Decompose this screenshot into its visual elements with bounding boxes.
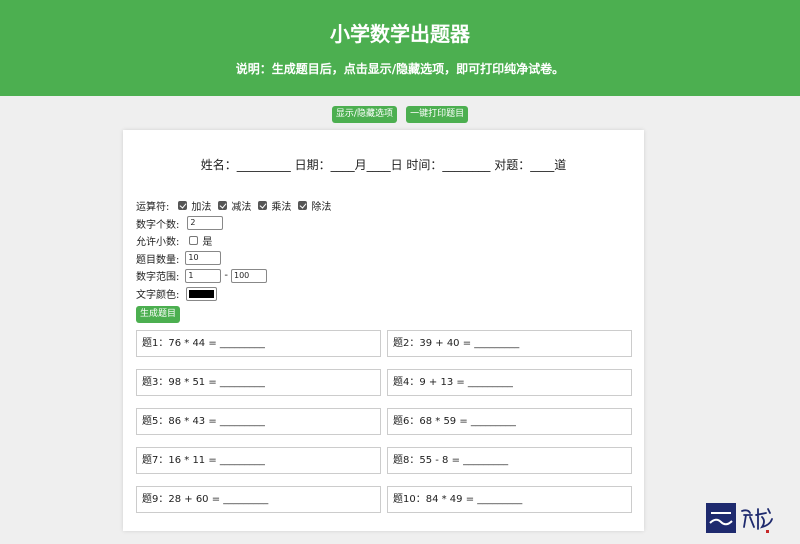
text-color-row: 文字颜色: [136,285,331,303]
question-count-row: 题目数量: 10 [136,250,331,268]
text-color-picker[interactable] [186,286,218,301]
watermark-logo [706,503,773,533]
allow-decimal-label: 允许小数: [136,237,180,249]
student-info-line: 姓名：_________ 日期：____月____日 时间：________ 对… [200,158,567,172]
digit-count-row: 数字个数: 2 [136,215,331,233]
allow-decimal-checkbox[interactable] [189,236,199,246]
question-item: 题9：28 + 60 = _________ [136,486,381,513]
toggle-options-button[interactable]: 显示/隐藏选项 [331,106,397,123]
add-label: 加法 [191,202,212,214]
add-checkbox[interactable] [178,201,188,211]
allow-decimal-row: 允许小数: 是 [136,232,331,250]
print-button[interactable]: 一键打印题目 [406,106,469,123]
allow-decimal-option: 是 [202,237,213,249]
page-description: 说明：生成题目后，点击显示/隐藏选项，即可打印纯净试卷。 [235,62,565,76]
digit-count-label: 数字个数: [136,219,180,231]
divide-label: 除法 [311,202,332,214]
operators-row: 运算符: 加法 减法 乘法 除法 [136,197,331,215]
range-min-input[interactable]: 1 [185,268,222,283]
text-color-label: 文字颜色: [136,290,180,301]
multiply-label: 乘法 [271,202,292,214]
question-item: 题6：68 * 59 = _________ [387,408,632,435]
operators-label: 运算符: [136,202,170,214]
question-item: 题10：84 * 49 = _________ [387,486,632,513]
question-item: 题5：86 * 43 = _________ [136,408,381,435]
question-item: 题4：9 + 13 = _________ [387,369,632,396]
question-count-label: 题目数量: [136,254,180,266]
digit-count-input[interactable]: 2 [187,216,224,231]
range-max-input[interactable]: 100 [230,268,267,283]
subtract-label: 减法 [231,202,252,214]
question-item: 题2：39 + 40 = _________ [387,330,632,357]
question-item: 题8：55 - 8 = _________ [387,447,632,474]
question-count-input[interactable]: 10 [185,251,222,266]
exam-paper: 姓名：_________ 日期：____月____日 时间：________ 对… [123,130,644,531]
question-item: 题1：76 * 44 = _________ [136,330,381,357]
subtract-checkbox[interactable] [218,201,228,211]
settings-panel: 运算符: 加法 减法 乘法 除法 数字个数: 2 允许小数: 是 题目数量: 1… [136,197,331,323]
question-item: 题7：16 * 11 = _________ [136,447,381,474]
page-header: 小学数学出题器 说明：生成题目后，点击显示/隐藏选项，即可打印纯净试卷。 [0,0,800,96]
range-row: 数字范围: 1 - 100 [136,267,331,285]
multiply-checkbox[interactable] [258,201,268,211]
divide-checkbox[interactable] [298,201,308,211]
toolbar: 显示/隐藏选项 一键打印题目 [0,101,800,123]
color-swatch-fill [189,289,215,298]
page-title: 小学数学出题器 [330,22,470,46]
question-item: 题3：98 * 51 = _________ [136,369,381,396]
generate-button[interactable]: 生成题目 [136,305,181,323]
range-separator: - [224,270,228,282]
range-label: 数字范围: [136,272,180,284]
